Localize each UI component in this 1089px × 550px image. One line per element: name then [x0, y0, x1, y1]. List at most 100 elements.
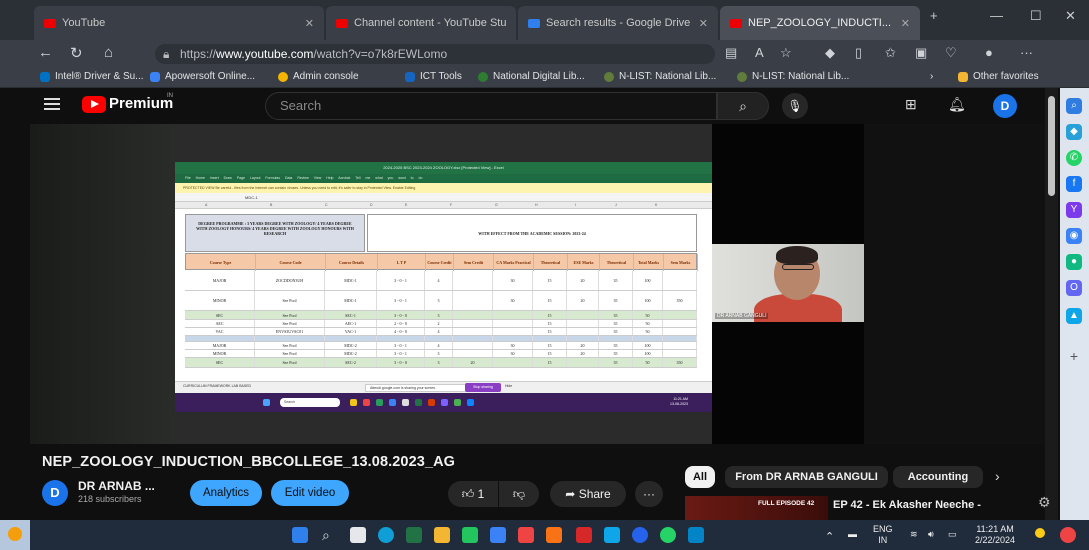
chip-accounting[interactable]: Accounting [893, 466, 983, 488]
video-player[interactable]: 2024-2025 BSC 2023-2024 ZOOLOGY.xlsx [Pr… [30, 124, 1045, 444]
table-cell [493, 311, 533, 319]
page-scrollbar[interactable] [1045, 88, 1058, 520]
channel-name[interactable]: DR ARNAB ... [78, 479, 155, 493]
language-indicator[interactable]: ENG IN [873, 524, 893, 546]
speaker-panel: DR ARNAB GANGULI [712, 124, 864, 444]
browser-essentials-icon[interactable]: ♡ [945, 45, 957, 61]
chrome-icon[interactable] [632, 527, 648, 543]
split-screen-icon[interactable]: ▯ [855, 45, 862, 61]
tab-current-video[interactable]: NEP_ZOOLOGY_INDUCTI... ✕ [720, 6, 920, 40]
more-actions-button[interactable]: ··· [635, 481, 663, 507]
bookmark-item[interactable]: National Digital Lib... [478, 71, 585, 82]
app-icon[interactable] [462, 527, 478, 543]
close-tab-icon[interactable]: ✕ [507, 17, 517, 30]
new-tab-icon[interactable]: + [930, 8, 938, 23]
search-button[interactable]: ⌕ [717, 92, 769, 120]
volume-icon[interactable]: 🔊︎ [928, 529, 934, 540]
tab-studio[interactable]: Channel content - YouTube Stu ✕ [326, 6, 516, 40]
channel-avatar[interactable]: D [42, 480, 68, 506]
notification-icon[interactable] [1035, 528, 1045, 538]
weather-widget[interactable] [0, 520, 30, 550]
scrollbar-thumb[interactable] [1048, 96, 1055, 196]
profile-icon[interactable]: ● [985, 45, 993, 60]
chip-all[interactable]: All [685, 466, 715, 488]
settings-gear-icon[interactable]: ⚙ [1038, 494, 1051, 511]
tray-chevron-icon[interactable]: ⌃ [825, 530, 834, 543]
task-view-icon[interactable] [350, 527, 366, 543]
chip-from-channel[interactable]: From DR ARNAB GANGULI [725, 466, 888, 488]
extension-icon[interactable]: ◆ [825, 45, 835, 61]
other-favorites-label: Other favorites [973, 71, 1039, 82]
maximize-icon[interactable]: ☐ [1030, 8, 1042, 24]
excel-icon[interactable] [406, 527, 422, 543]
battery-icon[interactable]: ▭ [948, 529, 957, 540]
dislike-button[interactable]: 👎︎ [499, 481, 539, 507]
bookmark-item[interactable]: Apowersoft Online... [150, 71, 255, 82]
create-video-icon[interactable]: ⊞ [905, 96, 917, 113]
search-sidebar-icon[interactable]: ⌕ [1066, 98, 1082, 114]
chevron-right-icon[interactable]: › [995, 468, 1000, 484]
clock[interactable]: 11:21 AM 2/22/2024 [975, 524, 1015, 546]
shopping-icon[interactable]: ◆ [1066, 124, 1082, 140]
hamburger-menu-icon[interactable] [44, 98, 60, 110]
tools-icon[interactable]: ● [1066, 254, 1082, 270]
youtube-logo-icon[interactable] [82, 96, 106, 113]
edit-video-button[interactable]: Edit video [271, 480, 349, 506]
recommended-title[interactable]: EP 42 - Ek Akasher Neeche - [833, 499, 981, 511]
bookmark-item[interactable]: N-LIST: National Lib... [737, 71, 849, 82]
bookmark-item[interactable]: N-LIST: National Lib... [604, 71, 716, 82]
games-icon[interactable]: ◉ [1066, 228, 1082, 244]
like-button[interactable]: 👍︎ 1 [448, 481, 498, 507]
edge-icon[interactable] [378, 527, 394, 543]
home-icon[interactable]: ⌂ [104, 44, 113, 61]
read-aloud-icon[interactable]: A [755, 45, 764, 60]
windows-start-icon[interactable] [292, 527, 308, 543]
yahoo-icon[interactable]: Y [1066, 202, 1082, 218]
taskbar-search-icon[interactable]: ⌕ [322, 527, 338, 543]
notifications-bell-icon[interactable]: 🔔︎ [948, 96, 966, 113]
bookmark-item[interactable]: ICT Tools [405, 71, 462, 82]
outlook-icon[interactable]: O [1066, 280, 1082, 296]
other-favorites[interactable]: Other favorites [958, 71, 1039, 82]
close-tab-icon[interactable]: ✕ [691, 17, 708, 30]
tab-drive[interactable]: Search results - Google Drive ✕ [518, 6, 718, 40]
acrobat-icon[interactable] [576, 527, 592, 543]
app-icon[interactable] [546, 527, 562, 543]
account-avatar[interactable]: D [993, 94, 1017, 118]
bookmarks-overflow-icon[interactable]: › [930, 71, 933, 82]
reload-icon[interactable]: ↻ [70, 44, 83, 62]
voice-search-button[interactable]: 🎙︎ [782, 93, 808, 119]
facebook-icon[interactable]: f [1066, 176, 1082, 192]
copilot-icon[interactable] [1060, 527, 1076, 543]
close-tab-icon[interactable]: ✕ [297, 17, 314, 30]
bookmark-item[interactable]: Intel® Driver & Su... [40, 71, 144, 82]
app-icon [428, 399, 435, 406]
youtube-brand[interactable]: Premium [109, 95, 173, 112]
more-menu-icon[interactable]: ··· [1020, 45, 1033, 60]
app-icon[interactable] [518, 527, 534, 543]
tab-youtube[interactable]: YouTube ✕ [34, 6, 324, 40]
minimize-icon[interactable]: — [990, 8, 1003, 23]
wifi-icon[interactable]: ≋ [910, 529, 918, 540]
file-explorer-icon[interactable] [434, 527, 450, 543]
favorite-star-icon[interactable]: ☆ [780, 45, 792, 61]
whatsapp-icon[interactable]: ✆ [1066, 150, 1082, 166]
tray-app-icon[interactable]: ▬ [848, 529, 857, 539]
whatsapp-icon[interactable] [660, 527, 676, 543]
close-window-icon[interactable]: ✕ [1065, 8, 1076, 24]
drop-icon[interactable]: ▲ [1066, 308, 1082, 324]
search-input[interactable]: Search [265, 92, 717, 120]
url-field[interactable]: 🔒︎ https://www.youtube.com/watch?v=o7k8r… [155, 44, 715, 64]
app-icon[interactable] [688, 527, 704, 543]
analytics-button[interactable]: Analytics [190, 480, 262, 506]
app-icon[interactable] [604, 527, 620, 543]
collections-icon[interactable]: ▣ [915, 45, 927, 61]
app-icon[interactable] [490, 527, 506, 543]
back-arrow-icon[interactable]: ← [38, 44, 53, 61]
favorites-icon[interactable]: ✩ [885, 45, 896, 61]
share-button[interactable]: ➦ Share [550, 481, 626, 507]
add-sidebar-icon[interactable]: + [1066, 348, 1082, 364]
bookmark-item[interactable]: Admin console [278, 71, 359, 82]
close-tab-icon[interactable]: ✕ [893, 17, 910, 30]
reader-view-icon[interactable]: ▤ [725, 45, 737, 61]
